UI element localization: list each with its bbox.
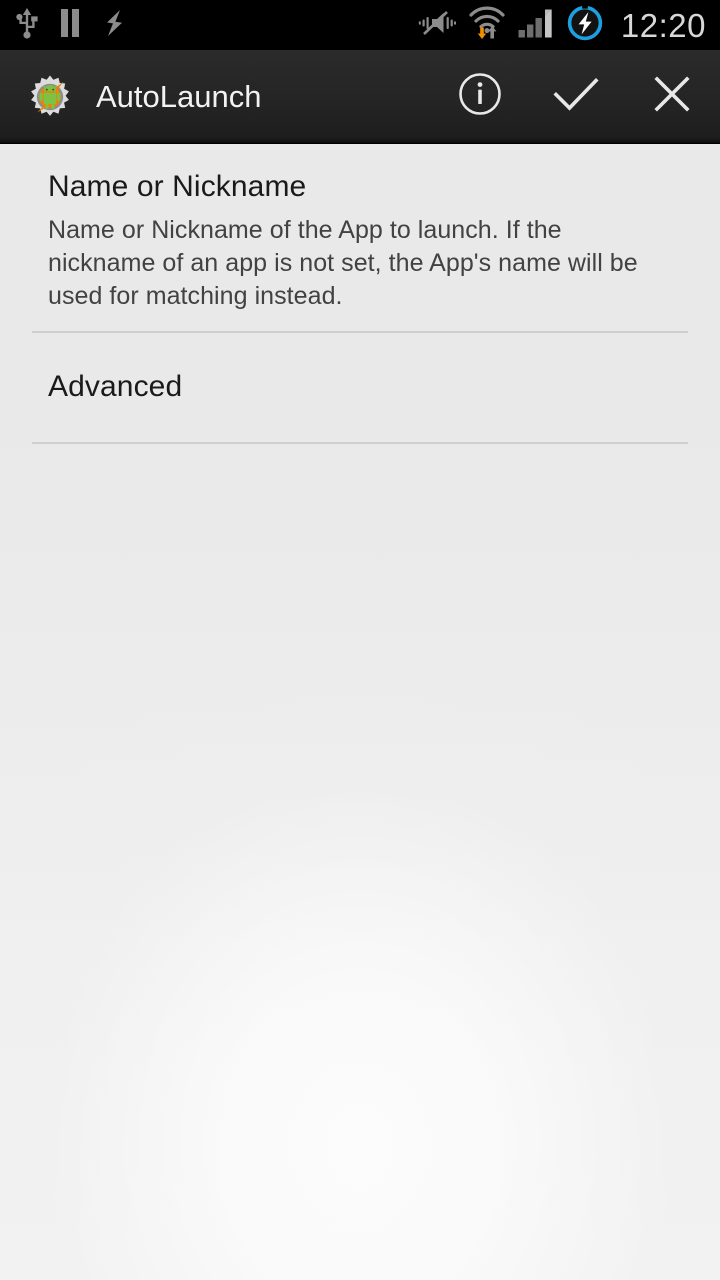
status-bar-right-icons: 12:20	[418, 3, 706, 48]
divider	[32, 441, 688, 444]
signal-bars-icon	[518, 7, 554, 44]
status-bar: 12:20	[0, 0, 720, 50]
preference-name-or-nickname[interactable]: Name or Nickname Name or Nickname of the…	[0, 145, 720, 331]
lightning-icon	[100, 7, 128, 44]
cancel-button[interactable]	[624, 50, 720, 144]
vibrate-off-icon	[418, 7, 456, 44]
section-header-title: Advanced	[48, 370, 183, 404]
battery-charging-icon	[565, 3, 605, 48]
status-bar-left-icons	[14, 7, 128, 44]
usb-icon	[14, 7, 40, 44]
preference-group: Name or Nickname Name or Nickname of the…	[0, 145, 720, 444]
preference-summary: Name or Nickname of the App to launch. I…	[48, 216, 638, 311]
status-bar-clock: 12:20	[620, 6, 706, 44]
tasker-gear-android-icon	[26, 73, 74, 121]
wifi-transfer-icon	[467, 6, 507, 45]
preference-title: Name or Nickname	[48, 170, 307, 203]
info-button[interactable]	[432, 50, 528, 144]
action-bar-buttons	[432, 50, 720, 143]
close-icon	[649, 71, 695, 122]
section-header-advanced: Advanced	[0, 333, 720, 441]
preference-list: Name or Nickname Name or Nickname of the…	[0, 145, 720, 1280]
app-title: AutoLaunch	[96, 79, 262, 114]
info-circle-icon	[457, 71, 503, 122]
action-bar: AutoLaunch	[0, 50, 720, 144]
pause-icon	[58, 7, 82, 44]
app-screen: 12:20 AutoLaunch Name or Nickname Name o…	[0, 0, 720, 1280]
check-icon	[550, 71, 602, 122]
accept-button[interactable]	[528, 50, 624, 144]
